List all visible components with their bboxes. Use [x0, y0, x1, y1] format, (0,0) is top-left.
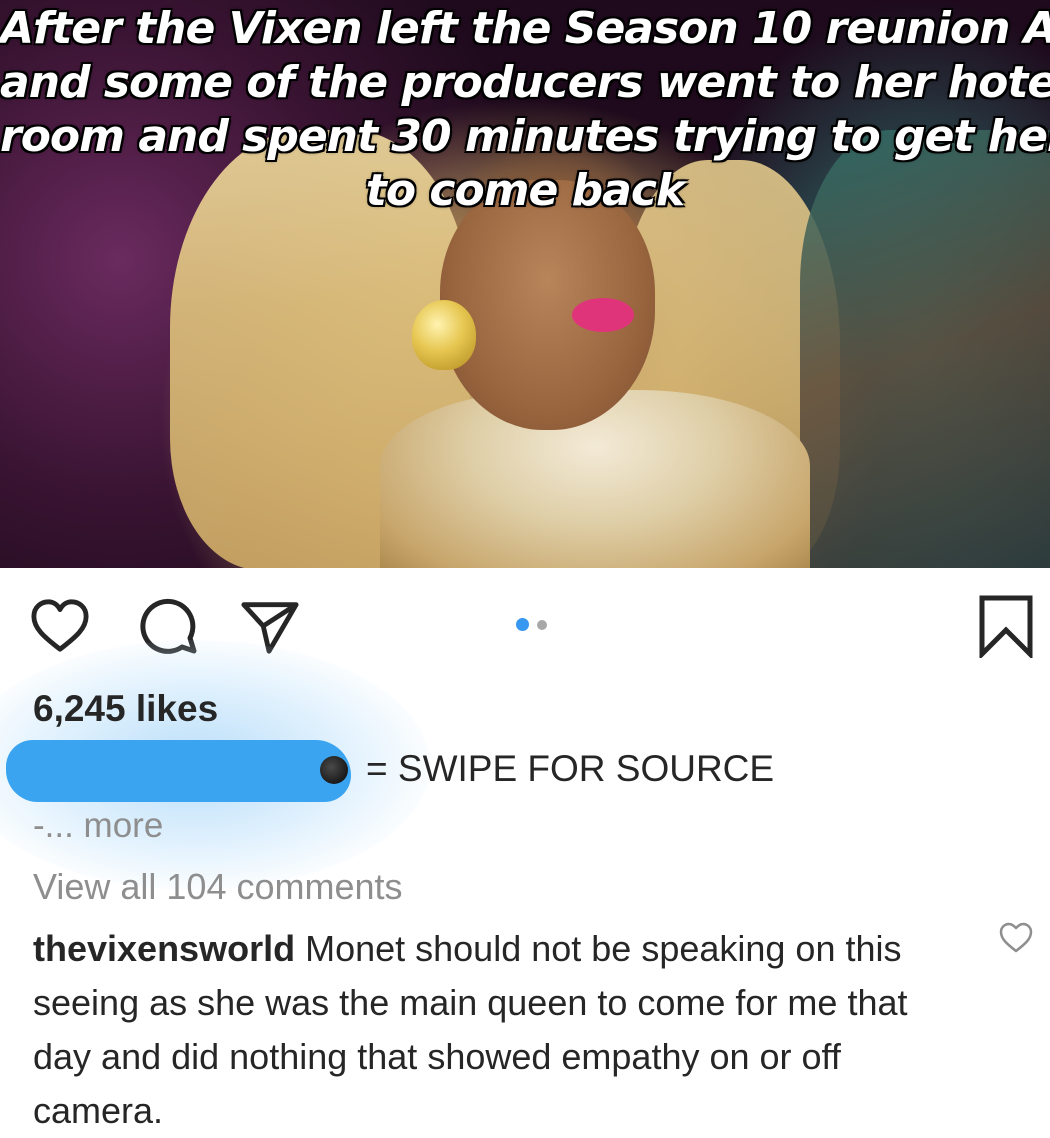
photo-earring	[412, 300, 476, 370]
image-caption-line: room and spent 30 minutes trying to get …	[0, 111, 1050, 162]
comment-like-button[interactable]	[998, 922, 1034, 956]
comment-bubble-icon	[140, 598, 197, 654]
bookmark-outline-icon	[979, 595, 1033, 658]
share-button[interactable]	[240, 596, 300, 656]
image-caption-line: to come back	[365, 165, 685, 216]
heart-outline-icon	[999, 922, 1033, 953]
like-button[interactable]	[30, 596, 90, 656]
save-button[interactable]	[976, 595, 1036, 658]
image-caption-line: and some of the producers went to her ho…	[0, 57, 1050, 108]
comment-button[interactable]	[140, 596, 200, 656]
carousel-dot	[537, 619, 547, 630]
carousel-indicator	[516, 618, 547, 631]
caption-more-link[interactable]: -... more	[33, 806, 163, 846]
comment-username[interactable]: thevixensworld	[33, 928, 295, 969]
post-image[interactable]: After the Vixen left the Season 10 reuni…	[0, 0, 1050, 568]
post-action-bar	[0, 590, 1050, 660]
view-all-comments-link[interactable]: View all 104 comments	[33, 866, 403, 908]
image-caption-line: After the Vixen left the Season 10 reuni…	[0, 3, 1050, 54]
caption-text: = SWIPE FOR SOURCE	[366, 748, 775, 789]
carousel-dot-active	[516, 618, 529, 631]
photo-lips	[572, 298, 634, 332]
image-caption-overlay: After the Vixen left the Season 10 reuni…	[0, 0, 1050, 218]
paper-plane-icon	[241, 602, 299, 654]
likes-count[interactable]: 6,245 likes	[33, 688, 218, 730]
heart-outline-icon	[31, 599, 89, 652]
comment-item: thevixensworld Monet should not be speak…	[33, 922, 973, 1138]
redacted-username	[6, 740, 351, 802]
emoji-icon	[320, 756, 348, 784]
